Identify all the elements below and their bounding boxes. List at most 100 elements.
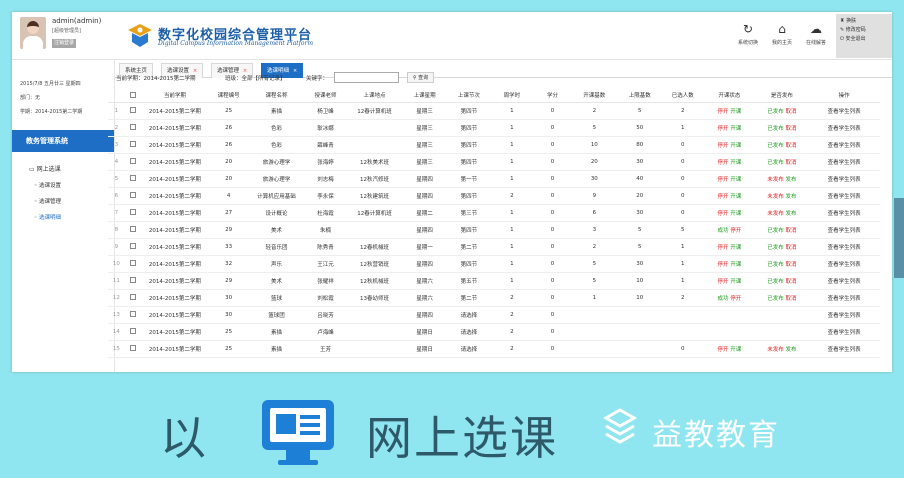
status-action[interactable]: 取消 xyxy=(786,143,797,149)
column-header[interactable] xyxy=(124,88,142,103)
status-action[interactable]: 开课 xyxy=(730,160,741,166)
close-icon[interactable]: × xyxy=(293,68,297,74)
status-action[interactable]: 开课 xyxy=(730,143,741,149)
query-button[interactable]: ⚲ 查询 xyxy=(407,72,434,83)
row-checkbox[interactable] xyxy=(130,277,137,284)
skin-link[interactable]: ♜ 换肤 xyxy=(840,17,888,26)
menu-item-course-settings[interactable]: ◦ 选课设置 xyxy=(12,173,114,189)
status-action[interactable]: 停开 xyxy=(730,296,741,302)
status-label[interactable]: 停开 xyxy=(717,279,730,285)
status-label[interactable]: 停开 xyxy=(717,245,730,251)
table-cell: 已发布 取消 xyxy=(755,255,809,273)
status-action[interactable]: 开课 xyxy=(730,262,741,268)
status-label[interactable]: 停开 xyxy=(717,126,730,132)
status-action[interactable]: 取消 xyxy=(786,228,797,234)
status-action[interactable]: 发布 xyxy=(786,194,797,200)
status-action[interactable]: 停开 xyxy=(730,228,741,234)
view-students-link[interactable]: 查看学生列表 xyxy=(828,313,861,319)
status-action[interactable]: 开课 xyxy=(730,279,741,285)
view-students-link[interactable]: 查看学生列表 xyxy=(828,245,861,251)
row-checkbox[interactable] xyxy=(130,175,137,182)
logo-icon xyxy=(128,24,152,47)
term-text: 学期：2014-2015第二学期 xyxy=(20,109,83,115)
view-students-link[interactable]: 查看学生列表 xyxy=(828,330,861,336)
row-checkbox[interactable] xyxy=(130,141,137,148)
status-label[interactable]: 停开 xyxy=(717,143,730,149)
view-students-link[interactable]: 查看学生列表 xyxy=(828,177,861,183)
status-action[interactable]: 取消 xyxy=(786,245,797,251)
keyword-input[interactable] xyxy=(334,72,399,83)
status-label[interactable]: 停开 xyxy=(717,262,730,268)
status-label[interactable]: 停开 xyxy=(717,194,730,200)
status-action[interactable]: 开课 xyxy=(730,245,741,251)
view-students-link[interactable]: 查看学生列表 xyxy=(828,194,861,200)
table-cell: 查看学生列表 xyxy=(808,102,880,120)
monitor-icon: ▭ xyxy=(29,166,37,173)
table-cell xyxy=(703,306,756,324)
view-students-link[interactable]: 查看学生列表 xyxy=(828,211,861,217)
status-label[interactable]: 停开 xyxy=(717,160,730,166)
scrollbar[interactable] xyxy=(894,198,904,278)
status-label[interactable]: 停开 xyxy=(717,109,730,115)
status-action[interactable]: 发布 xyxy=(786,177,797,183)
row-checkbox[interactable] xyxy=(130,107,137,114)
menu-group-online-course[interactable]: ▭ 网上选课 xyxy=(12,152,114,173)
menu-item-course-details[interactable]: ◦ 选课明细 xyxy=(12,205,114,221)
status-action[interactable]: 取消 xyxy=(786,109,797,115)
term-filter[interactable]: 当前学期：2014-2015第二学期 xyxy=(116,74,195,82)
change-password-link[interactable]: ✎ 修改密码 xyxy=(840,26,888,35)
status-action[interactable]: 开课 xyxy=(730,211,741,217)
status-action[interactable]: 发布 xyxy=(786,211,797,217)
status-action[interactable]: 取消 xyxy=(786,160,797,166)
status-action[interactable]: 开课 xyxy=(730,109,741,115)
view-students-link[interactable]: 查看学生列表 xyxy=(828,143,861,149)
table-cell: 陈秀青 xyxy=(303,238,347,256)
status-label[interactable]: 停开 xyxy=(717,177,730,183)
view-students-link[interactable]: 查看学生列表 xyxy=(828,160,861,166)
table-cell: 未发布 发布 xyxy=(755,170,809,188)
view-students-link[interactable]: 查看学生列表 xyxy=(828,347,861,353)
row-checkbox[interactable] xyxy=(130,311,137,318)
table-cell: 李永保 xyxy=(303,187,347,205)
status-action[interactable]: 开课 xyxy=(730,126,741,132)
status-action[interactable]: 取消 xyxy=(786,296,797,302)
view-students-link[interactable]: 查看学生列表 xyxy=(828,228,861,234)
safe-exit-link[interactable]: ⏻ 安全退出 xyxy=(840,35,888,44)
table-cell: 计算机应用基础 xyxy=(248,187,304,205)
status-label[interactable]: 停开 xyxy=(717,211,730,217)
row-checkbox[interactable] xyxy=(130,158,137,165)
view-students-link[interactable]: 查看学生列表 xyxy=(828,279,861,285)
row-checkbox[interactable] xyxy=(130,294,137,301)
status-action[interactable]: 取消 xyxy=(786,126,797,132)
row-checkbox[interactable] xyxy=(130,345,137,352)
table-cell: 第五节 xyxy=(447,272,491,290)
table-cell: 1 xyxy=(490,255,534,273)
status-action[interactable]: 发布 xyxy=(786,347,797,353)
status-action[interactable]: 开课 xyxy=(730,194,741,200)
class-filter[interactable]: 班级：全部【所有记录】 xyxy=(225,74,286,82)
status-label[interactable]: 成功 xyxy=(717,228,730,234)
system-title[interactable]: 教务管理系统 xyxy=(12,130,114,152)
status-action[interactable]: 开课 xyxy=(730,347,741,353)
view-students-link[interactable]: 查看学生列表 xyxy=(828,126,861,132)
table-cell: 26 xyxy=(208,136,249,154)
row-checkbox[interactable] xyxy=(130,243,137,250)
row-checkbox[interactable] xyxy=(130,209,137,216)
logout-button[interactable]: 注销登录 xyxy=(52,39,76,48)
view-students-link[interactable]: 查看学生列表 xyxy=(828,109,861,115)
view-students-link[interactable]: 查看学生列表 xyxy=(828,262,861,268)
status-action[interactable]: 开课 xyxy=(730,177,741,183)
row-checkbox[interactable] xyxy=(130,226,137,233)
status-action[interactable]: 取消 xyxy=(786,262,797,268)
row-checkbox[interactable] xyxy=(130,328,137,335)
online-help-button[interactable]: ☁ 在线解答 xyxy=(796,22,836,46)
select-all-checkbox[interactable] xyxy=(130,91,137,98)
menu-item-course-management[interactable]: ◦ 选课管理 xyxy=(12,189,114,205)
view-students-link[interactable]: 查看学生列表 xyxy=(828,296,861,302)
row-checkbox[interactable] xyxy=(130,260,137,267)
row-checkbox[interactable] xyxy=(130,124,137,131)
status-action[interactable]: 取消 xyxy=(786,279,797,285)
row-checkbox[interactable] xyxy=(130,192,137,199)
status-label[interactable]: 成功 xyxy=(717,296,730,302)
status-label[interactable]: 停开 xyxy=(717,347,730,353)
